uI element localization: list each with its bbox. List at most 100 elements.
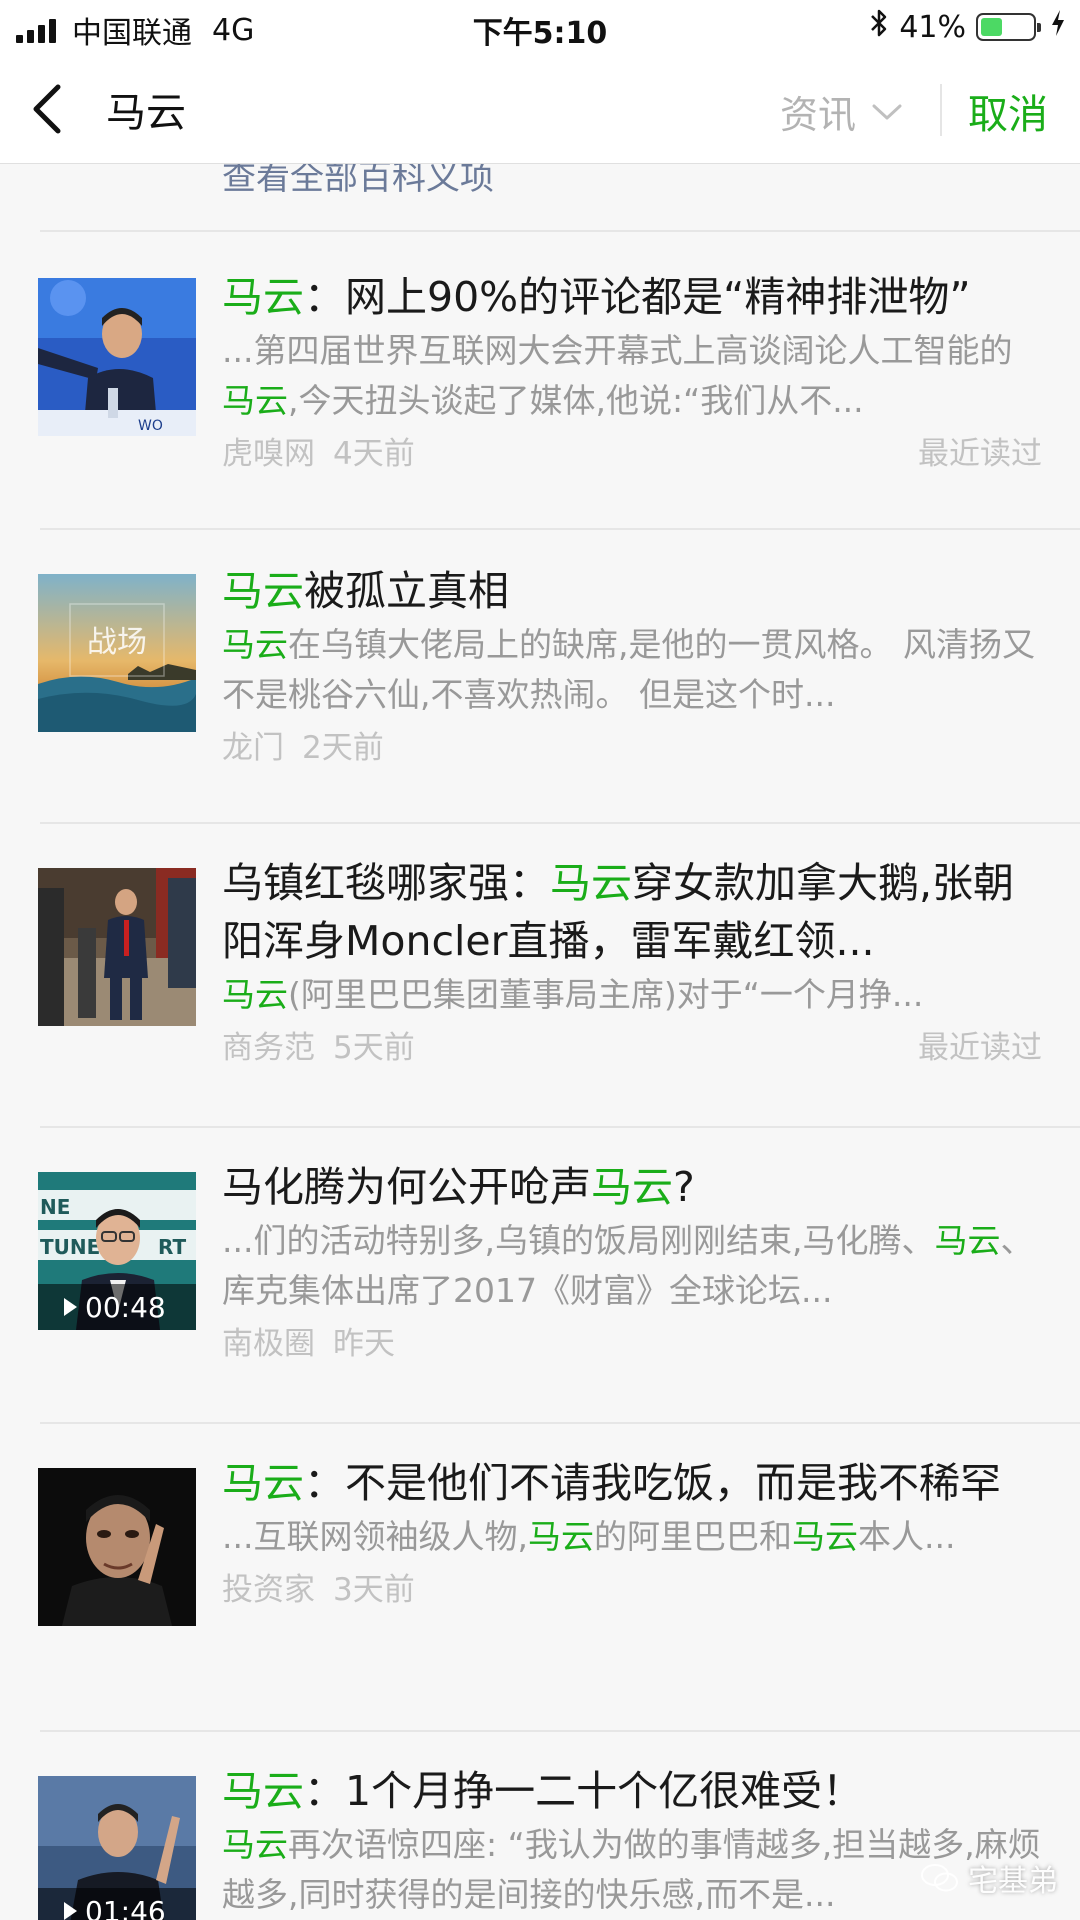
keyword-highlight: 马云 <box>222 1825 288 1864</box>
charging-bolt-icon <box>1050 9 1066 45</box>
keyword-highlight: 马云 <box>222 975 288 1014</box>
article-meta: 虎嗅网 4天前 最近读过 <box>222 432 1042 476</box>
article-thumbnail: 01:46 <box>38 1776 196 1920</box>
text-segment: (阿里巴巴集团董事局主席)对于“一个月挣... <box>288 975 924 1014</box>
article-snippet: ...第四届世界互联网大会开幕式上高谈阔论人工智能的马云,今天扭头谈起了媒体,他… <box>222 326 1042 426</box>
article-source: 投资家 <box>222 1572 315 1608</box>
text-segment: 被孤立真相 <box>304 567 509 615</box>
article-title: 马云：不是他们不请我吃饭，而是我不稀罕 <box>222 1454 1042 1512</box>
article-content: 乌镇红毯哪家强：马云穿女款加拿大鹅,张朝阳浑身Moncler直播，雷军戴红领..… <box>222 854 1042 1070</box>
bluetooth-icon <box>869 8 889 46</box>
article-time: 4天前 <box>333 436 415 472</box>
read-status: 最近读过 <box>918 1030 1042 1066</box>
article-meta: 龙门 2天前 <box>222 726 1042 770</box>
filter-dropdown[interactable]: 资讯 <box>780 84 904 139</box>
article-item[interactable]: 乌镇红毯哪家强：马云穿女款加拿大鹅,张朝阳浑身Moncler直播，雷军戴红领..… <box>0 822 1080 1126</box>
article-title: 乌镇红毯哪家强：马云穿女款加拿大鹅,张朝阳浑身Moncler直播，雷军戴红领..… <box>222 854 1042 970</box>
text-segment: 本人... <box>857 1517 956 1556</box>
article-snippet: 马云(阿里巴巴集团董事局主席)对于“一个月挣... <box>222 970 1042 1020</box>
article-item[interactable]: WO 马云：网上90%的评论都是“精神排泄物” ...第四届世界互联网大会开幕式… <box>0 230 1080 528</box>
search-nav-bar: 马云 资讯 取消 <box>0 54 1080 164</box>
read-status: 最近读过 <box>918 436 1042 472</box>
article-content: 马云：1个月挣一二十个亿很难受！ 马云再次语惊四座: “我认为做的事情越多,担当… <box>222 1762 1042 1920</box>
svg-text:WO: WO <box>138 418 163 434</box>
svg-text:RT: RT <box>158 1235 187 1259</box>
article-meta: 投资家 3天前 <box>222 1568 1042 1612</box>
article-source: 虎嗅网 <box>222 436 315 472</box>
article-thumbnail <box>38 868 196 1026</box>
keyword-highlight: 马云 <box>527 1517 594 1556</box>
battery-fill <box>981 18 1002 36</box>
video-duration: 00:48 <box>85 1290 166 1324</box>
article-meta: 南极圈 昨天 <box>222 1322 1042 1366</box>
watermark-text: 宅基弟 <box>968 1864 1058 1899</box>
thumbnail-caption: 战场 <box>87 625 147 660</box>
article-item[interactable]: 马云：不是他们不请我吃饭，而是我不稀罕 ...互联网领袖级人物,马云的阿里巴巴和… <box>0 1422 1080 1730</box>
article-time: 2天前 <box>302 730 384 766</box>
text-segment: ：1个月挣一二十个亿很难受！ <box>304 1767 864 1815</box>
text-segment: 马化腾为何公开呛声 <box>222 1163 591 1211</box>
video-duration-badge: 00:48 <box>38 1284 196 1330</box>
text-segment: ...们的活动特别多,乌镇的饭局刚刚结束,马化腾、 <box>222 1221 935 1260</box>
article-snippet: ...们的活动特别多,乌镇的饭局刚刚结束,马化腾、马云、库克集体出席了2017《… <box>222 1216 1042 1316</box>
play-icon <box>64 1902 77 1920</box>
wechat-logo-icon <box>921 1864 958 1892</box>
article-title: 马云：1个月挣一二十个亿很难受！ <box>222 1762 1042 1820</box>
article-thumbnail: NE TUNE RT 00:48 <box>38 1172 196 1330</box>
keyword-highlight: 马云 <box>222 273 304 321</box>
article-content: 马云：不是他们不请我吃饭，而是我不稀罕 ...互联网领袖级人物,马云的阿里巴巴和… <box>222 1454 1042 1612</box>
chevron-down-icon <box>872 104 902 119</box>
search-query[interactable]: 马云 <box>106 80 186 138</box>
text-segment: ? <box>673 1163 695 1211</box>
text-segment: ...第四届世界互联网大会开幕式上高谈阔论人工智能的 <box>222 331 1013 370</box>
text-segment: 在乌镇大佬局上的缺席,是他的一贯风格。 风清扬又不是桃谷六仙,不喜欢热闹。 但是… <box>222 625 1035 714</box>
svg-text:TUNE: TUNE <box>40 1235 100 1259</box>
article-source: 商务范 <box>222 1030 315 1066</box>
article-time: 5天前 <box>333 1030 415 1066</box>
article-thumbnail <box>38 1468 196 1626</box>
article-snippet: 马云再次语惊四座: “我认为做的事情越多,担当越多,麻烦越多,同时获得的是间接的… <box>222 1820 1042 1920</box>
keyword-highlight: 马云 <box>550 859 632 907</box>
filter-label: 资讯 <box>780 93 857 137</box>
keyword-highlight: 马云 <box>222 1459 304 1507</box>
article-time: 3天前 <box>333 1572 415 1608</box>
keyword-highlight: 马云 <box>222 625 288 664</box>
nav-divider <box>940 84 942 136</box>
article-content: 马云：网上90%的评论都是“精神排泄物” ...第四届世界互联网大会开幕式上高谈… <box>222 268 1042 476</box>
text-segment: ...互联网领袖级人物, <box>222 1517 528 1556</box>
article-snippet: 马云在乌镇大佬局上的缺席,是他的一贯风格。 风清扬又不是桃谷六仙,不喜欢热闹。 … <box>222 620 1042 720</box>
battery-percent: 41% <box>899 9 966 45</box>
cancel-button[interactable]: 取消 <box>968 82 1048 140</box>
article-meta: 商务范 5天前 最近读过 <box>222 1026 1042 1070</box>
keyword-highlight: 马云 <box>222 381 288 420</box>
text-segment: ,今天扭头谈起了媒体,他说:“我们从不... <box>288 381 864 420</box>
app-screen: 中国联通 4G 下午5:10 41% 马云 资讯 取消 查看全部百科义项 WO … <box>0 0 1080 1920</box>
chevron-left-icon <box>33 84 61 134</box>
status-bar: 中国联通 4G 下午5:10 41% <box>0 0 1080 54</box>
text-segment: ：网上90%的评论都是“精神排泄物” <box>304 273 971 321</box>
play-icon <box>64 1298 77 1316</box>
article-time: 昨天 <box>333 1326 395 1362</box>
article-source: 南极圈 <box>222 1326 315 1362</box>
watermark: 宅基弟 <box>920 1856 1058 1900</box>
text-segment: 再次语惊四座: “我认为做的事情越多,担当越多,麻烦越多,同时获得的是间接的快乐… <box>222 1825 1041 1914</box>
keyword-highlight: 马云 <box>591 1163 673 1211</box>
text-segment: 的阿里巴巴和 <box>593 1517 792 1556</box>
article-item[interactable]: 战场 马云被孤立真相 马云在乌镇大佬局上的缺席,是他的一贯风格。 风清扬又不是桃… <box>0 528 1080 822</box>
video-duration-badge: 01:46 <box>38 1888 196 1920</box>
article-content: 马化腾为何公开呛声马云? ...们的活动特别多,乌镇的饭局刚刚结束,马化腾、马云… <box>222 1158 1042 1366</box>
article-item[interactable]: 01:46 马云：1个月挣一二十个亿很难受！ 马云再次语惊四座: “我认为做的事… <box>0 1730 1080 1920</box>
article-thumbnail: 战场 <box>38 574 196 732</box>
keyword-highlight: 马云 <box>791 1517 858 1556</box>
battery-icon <box>976 13 1041 41</box>
back-button[interactable] <box>18 76 78 142</box>
status-right: 41% <box>869 8 1066 46</box>
article-snippet: ...互联网领袖级人物,马云的阿里巴巴和马云本人... <box>222 1512 1042 1562</box>
article-title: 马云被孤立真相 <box>222 562 1042 620</box>
keyword-highlight: 马云 <box>222 1767 304 1815</box>
article-title: 马化腾为何公开呛声马云? <box>222 1158 1042 1216</box>
article-title: 马云：网上90%的评论都是“精神排泄物” <box>222 268 1042 326</box>
article-item[interactable]: NE TUNE RT 00:48 马化腾为何公开呛声马云? ...们的活动特别多… <box>0 1126 1080 1422</box>
video-duration: 01:46 <box>85 1894 166 1920</box>
article-thumbnail: WO <box>38 278 196 436</box>
